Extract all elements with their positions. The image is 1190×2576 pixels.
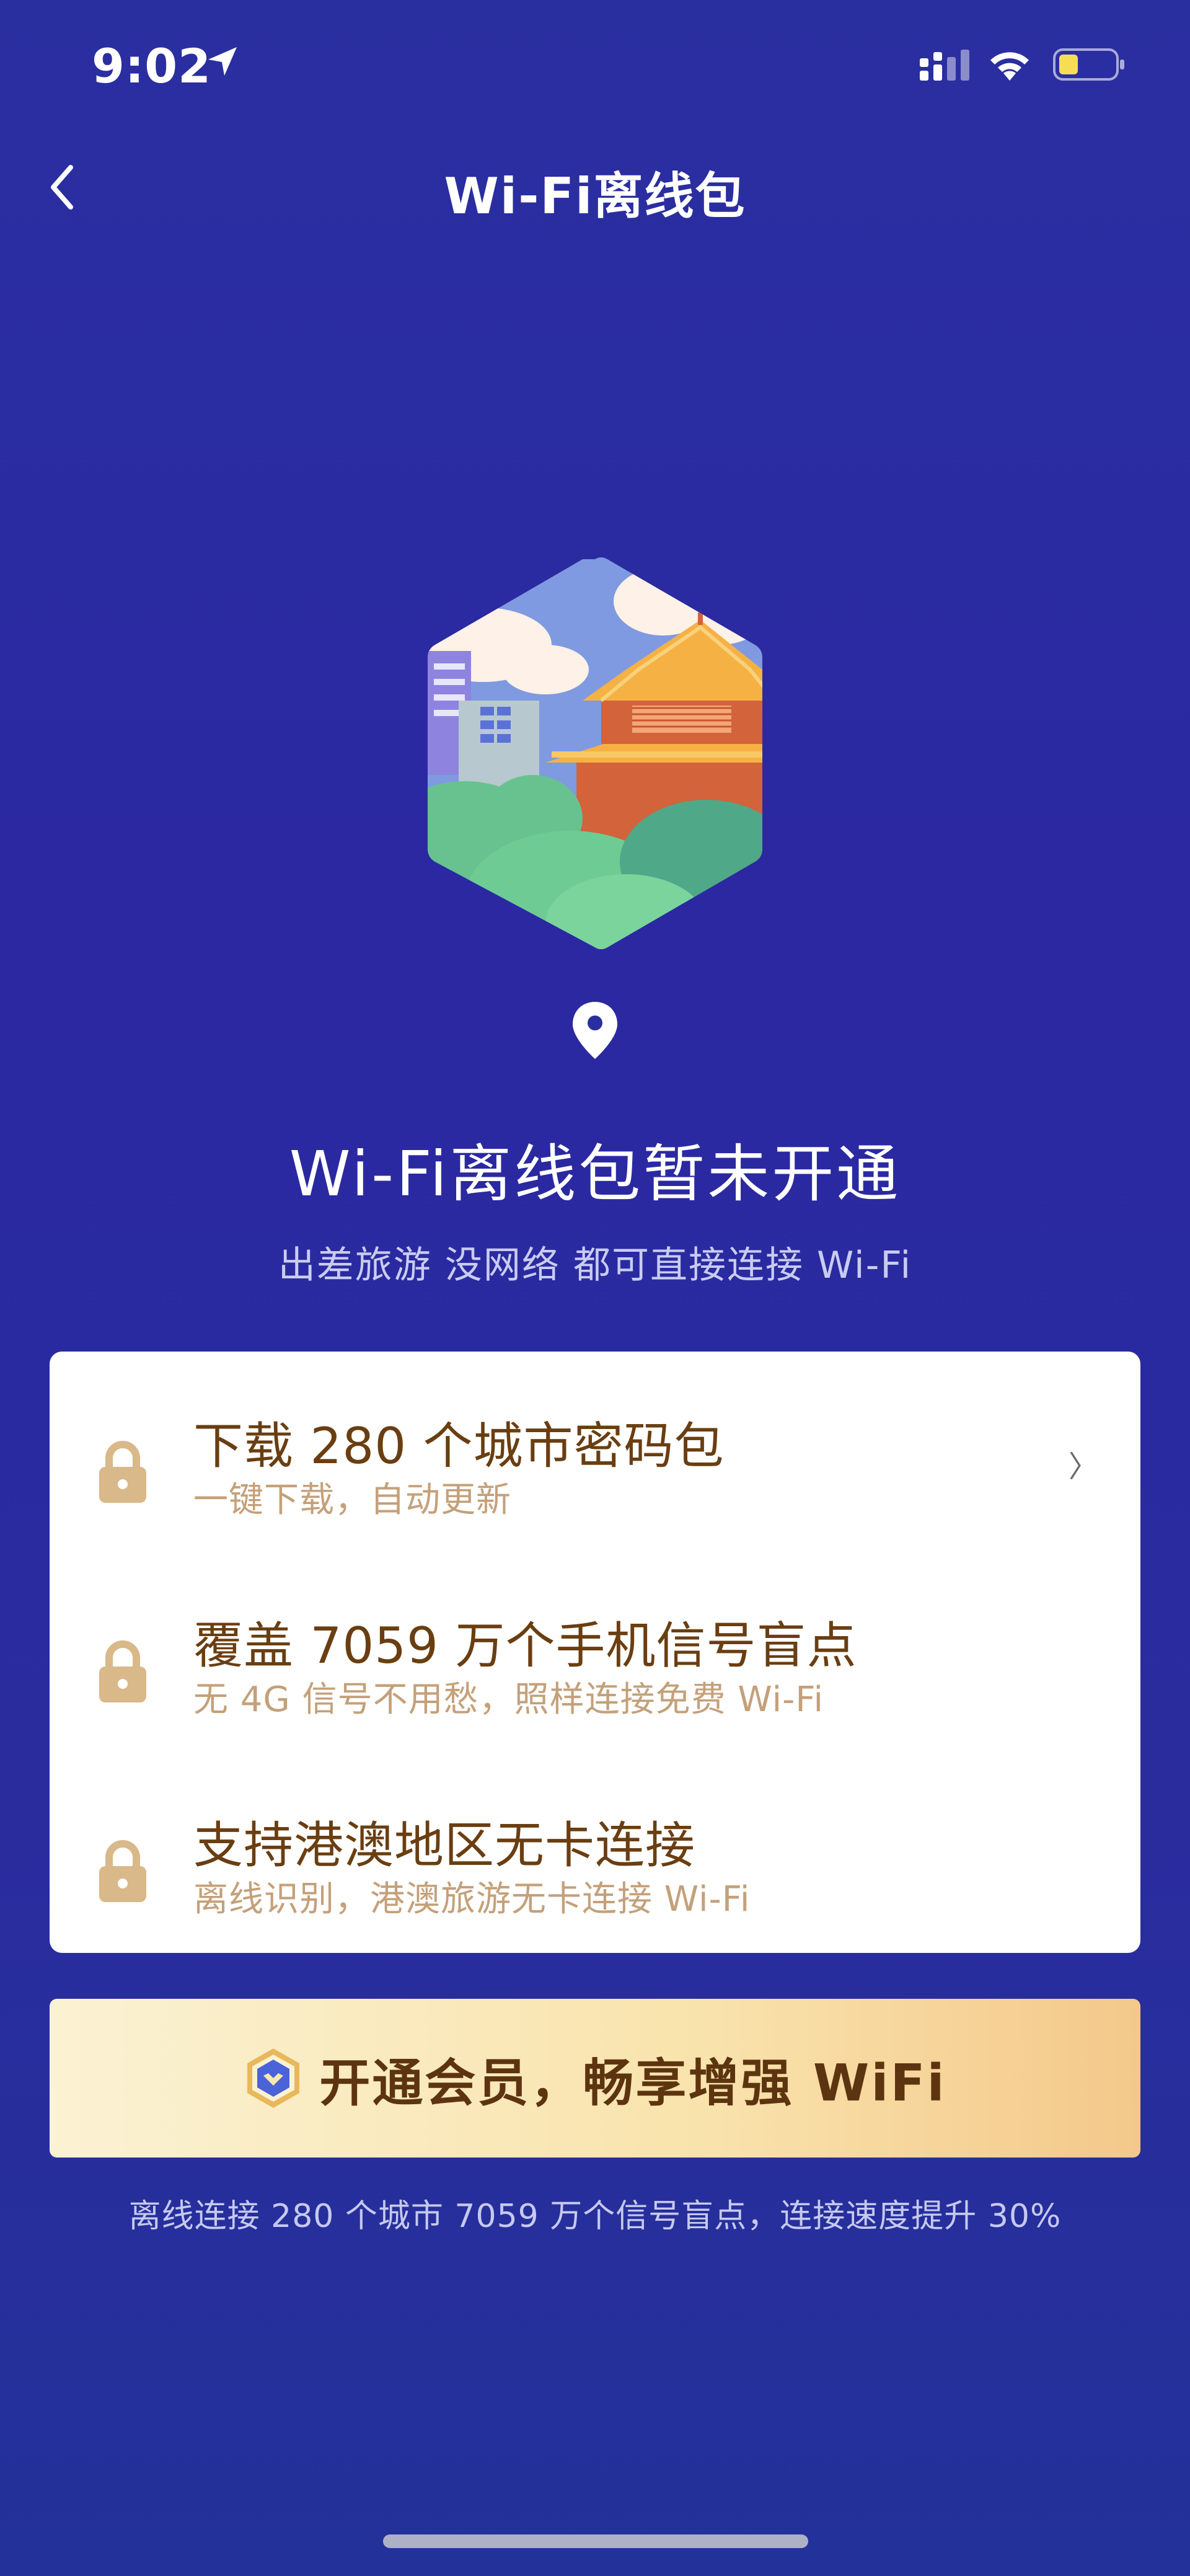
feature-item-hk-macau: 支持港澳地区无卡连接 离线识别，港澳旅游无卡连接 Wi-Fi [50, 1768, 1140, 1954]
battery-icon [1053, 48, 1124, 81]
lock-icon [99, 1640, 146, 1702]
subline: 出差旅游 没网络 都可直接连接 Wi-Fi [278, 1244, 912, 1287]
wifi-icon [990, 52, 1029, 81]
feature-subtitle: 一键下载，自动更新 [193, 1480, 511, 1520]
signal-icon [920, 50, 969, 81]
feature-item-city-passwords[interactable]: 下载 280 个城市密码包 一键下载，自动更新 〉 [50, 1369, 1140, 1555]
status-time: 9:02 [92, 38, 212, 94]
cta-label: 开通会员，畅享增强 WiFi [319, 2053, 946, 2113]
feature-item-signal-blind-spots: 覆盖 7059 万个手机信号盲点 无 4G 信号不用愁，照样连接免费 Wi-Fi [50, 1569, 1140, 1755]
lock-icon [99, 1441, 146, 1503]
feature-subtitle: 离线识别，港澳旅游无卡连接 Wi-Fi [193, 1879, 751, 1919]
lock-icon [99, 1840, 146, 1902]
page-title: Wi-Fi离线包 [444, 167, 746, 225]
location-arrow-icon [208, 47, 237, 76]
feature-card: 下载 280 个城市密码包 一键下载，自动更新 〉 覆盖 7059 万个手机信号… [50, 1352, 1140, 1953]
city-palace-hexagon-illustration [428, 557, 762, 949]
feature-title: 覆盖 7059 万个手机信号盲点 [193, 1617, 857, 1675]
feature-title: 支持港澳地区无卡连接 [193, 1817, 695, 1874]
headline: Wi-Fi离线包暂未开通 [289, 1138, 901, 1210]
map-pin-icon [573, 1002, 617, 1059]
feature-subtitle: 无 4G 信号不用愁，照样连接免费 Wi-Fi [193, 1680, 824, 1720]
home-indicator[interactable] [383, 2534, 808, 2548]
feature-title: 下载 280 个城市密码包 [193, 1417, 725, 1475]
chevron-right-icon: 〉 [1068, 1450, 1098, 1484]
open-membership-button[interactable]: 开通会员，畅享增强 WiFi [50, 1999, 1140, 2158]
footnote: 离线连接 280 个城市 7059 万个信号盲点，连接速度提升 30% [128, 2198, 1062, 2235]
vip-shield-icon [247, 2048, 300, 2108]
